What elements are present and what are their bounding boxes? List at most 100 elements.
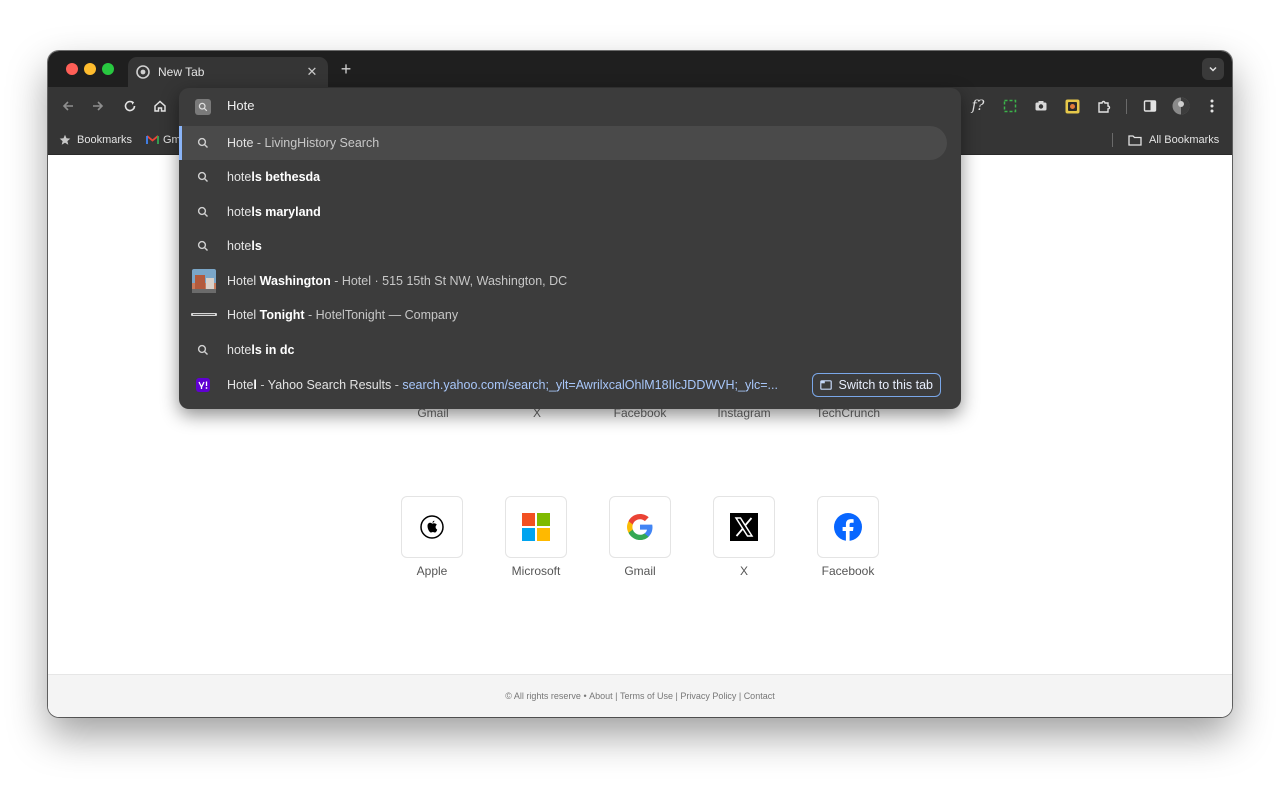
tab-strip: New Tab ✕ + xyxy=(48,51,1232,87)
tab-switch-icon xyxy=(819,380,832,390)
forward-button[interactable] xyxy=(88,96,108,116)
suggestion-text: hotels maryland xyxy=(227,205,321,219)
suggestion-detail: HotelTonight — Company xyxy=(315,308,459,322)
omnibox-suggestion[interactable]: hotels maryland xyxy=(179,195,961,229)
suggestion-completion: ls in dc xyxy=(251,343,295,357)
omnibox-suggestion[interactable]: Hote - LivingHistory Search xyxy=(179,126,947,160)
minimize-window-button[interactable] xyxy=(84,63,96,75)
menu-button[interactable] xyxy=(1202,96,1222,116)
app-extension-button[interactable] xyxy=(1062,96,1082,116)
back-button[interactable] xyxy=(58,96,78,116)
x-logo-icon xyxy=(730,513,758,541)
camera-icon xyxy=(1035,101,1047,111)
suggestion-match: hote xyxy=(227,239,252,253)
shortcut-label: X xyxy=(739,564,748,578)
bookmark-gmail[interactable]: Gm xyxy=(146,132,181,148)
address-input[interactable]: Hote xyxy=(227,98,254,113)
shortcut-tile-box[interactable] xyxy=(713,496,775,558)
shortcut-label: Gmail xyxy=(624,564,656,578)
hoteltonight-logo-icon xyxy=(191,311,217,319)
suggestion-detail: Hotel · 515 15th St NW, Washington, DC xyxy=(341,274,568,288)
camera-extension-button[interactable] xyxy=(1031,96,1051,116)
footer-about-link[interactable]: About xyxy=(589,691,613,701)
apple-logo-icon xyxy=(420,515,444,539)
suggestion-match: hote xyxy=(227,343,252,357)
footer-copyright: © All rights reserve xyxy=(505,691,581,701)
bookmarks-shortcut[interactable]: Bookmarks xyxy=(59,132,132,148)
star-icon xyxy=(59,134,71,145)
suggestion-completion: ls maryland xyxy=(251,205,321,219)
bookmarks-divider xyxy=(1112,133,1113,147)
suggestion-text: hotels xyxy=(227,239,262,253)
omnibox-suggestion[interactable]: hotels in dc xyxy=(179,333,961,367)
suggestion-separator: - xyxy=(304,308,316,322)
search-icon xyxy=(193,133,213,153)
zoom-window-button[interactable] xyxy=(102,63,114,75)
screenshot-extension-button[interactable] xyxy=(1000,96,1020,116)
footer-contact-link[interactable]: Contact xyxy=(744,691,775,701)
suggestion-text: hotels in dc xyxy=(227,343,294,357)
home-button[interactable] xyxy=(150,96,170,116)
footer-separator: | xyxy=(612,691,620,701)
footer-terms-link[interactable]: Terms of Use xyxy=(620,691,673,701)
side-panel-button[interactable] xyxy=(1140,96,1160,116)
extensions-button[interactable] xyxy=(1094,96,1114,116)
profile-button[interactable] xyxy=(1171,96,1191,116)
shortcut-tile-gmail[interactable]: Gmail xyxy=(609,496,671,578)
suggestion-text: Hotel - Yahoo Search Results - search.ya… xyxy=(227,378,778,392)
new-tab-button[interactable]: + xyxy=(336,60,356,80)
omnibox-suggestion[interactable]: hotels xyxy=(179,229,961,263)
address-bar[interactable]: Hote xyxy=(179,88,961,124)
search-icon xyxy=(193,167,213,187)
omnibox-suggestion[interactable]: Hotel Tonight - HotelTonight — Company xyxy=(179,298,961,332)
shortcut-tile-box[interactable] xyxy=(817,496,879,558)
suggestion-text: Hotel Tonight - HotelTonight — Company xyxy=(227,308,458,322)
suggestion-separator: - xyxy=(330,274,342,288)
tab-search-button[interactable] xyxy=(1202,58,1224,80)
shortcut-tile-apple[interactable]: Apple xyxy=(401,496,463,578)
switch-to-tab-label: Switch to this tab xyxy=(838,378,934,392)
forward-arrow-icon xyxy=(93,101,104,111)
suggestion-text: Hote - LivingHistory Search xyxy=(227,136,379,150)
tab-title: New Tab xyxy=(158,65,205,79)
shortcut-tile-box[interactable] xyxy=(401,496,463,558)
shortcut-tile-facebook[interactable]: Facebook xyxy=(817,496,879,578)
close-window-button[interactable] xyxy=(66,63,78,75)
shortcut-tile-microsoft[interactable]: Microsoft xyxy=(505,496,567,578)
folder-icon xyxy=(1128,135,1142,146)
footer-separator: | xyxy=(672,691,681,701)
chevron-down-icon xyxy=(1209,66,1217,72)
app-extension-icon xyxy=(1065,99,1079,113)
shortcut-label: Apple xyxy=(416,564,448,578)
omnibox-suggestion[interactable]: hotels bethesda xyxy=(179,160,961,194)
formula-extension-label: f? xyxy=(971,98,985,114)
formula-extension-button[interactable]: f? xyxy=(968,96,988,116)
suggestion-detail: LivingHistory Search xyxy=(264,136,380,150)
yahoo-favicon-icon xyxy=(193,375,213,395)
suggestion-completion: Tonight xyxy=(259,308,305,322)
facebook-logo-icon xyxy=(834,513,862,541)
suggestion-match: Hotel xyxy=(227,308,260,322)
shortcut-tile-box[interactable] xyxy=(609,496,671,558)
all-bookmarks-button[interactable]: All Bookmarks xyxy=(1128,132,1219,148)
suggestion-match: Hotel xyxy=(227,274,260,288)
omnibox-suggestion[interactable]: Hotel Washington - Hotel · 515 15th St N… xyxy=(179,264,961,298)
switch-to-tab-button[interactable]: Switch to this tab xyxy=(811,373,941,397)
suggestion-match: Hote xyxy=(227,378,254,392)
close-tab-icon[interactable]: ✕ xyxy=(304,64,320,80)
shortcut-tile-x[interactable]: X xyxy=(713,496,775,578)
tab-new-tab[interactable]: New Tab ✕ xyxy=(128,57,328,87)
suggestion-separator: - xyxy=(391,378,403,392)
reload-button[interactable] xyxy=(120,96,140,116)
gmail-icon xyxy=(146,135,159,144)
more-vertical-icon xyxy=(1210,99,1214,113)
suggestion-url: search.yahoo.com/search;_ylt=AwrilxcalOh… xyxy=(402,378,778,392)
puzzle-piece-icon xyxy=(1097,100,1110,113)
shortcut-tile-box[interactable] xyxy=(505,496,567,558)
omnibox-suggestion[interactable]: Hotel - Yahoo Search Results - search.ya… xyxy=(179,368,961,402)
footer-privacy-link[interactable]: Privacy Policy xyxy=(680,691,736,701)
suggestion-separator: - xyxy=(253,136,265,150)
suggestion-completion: Washington xyxy=(259,274,331,288)
omnibox-dropdown: Hote Hote - LivingHistory Search hotels … xyxy=(179,88,961,409)
page-footer: © All rights reserve • About | Terms of … xyxy=(48,674,1232,717)
